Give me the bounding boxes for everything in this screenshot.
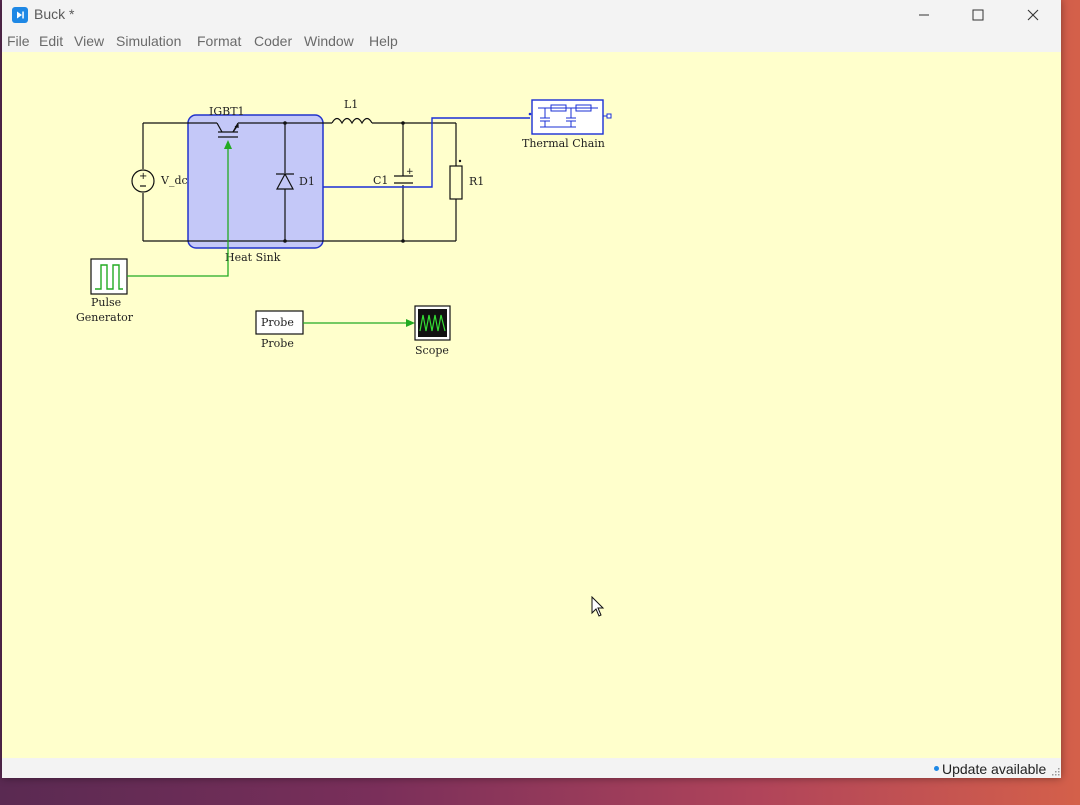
menu-edit[interactable]: Edit [39, 33, 63, 49]
thermal-wire[interactable] [323, 117, 530, 188]
inductor-label: L1 [344, 98, 358, 111]
dc-voltage-source[interactable]: + [131, 169, 155, 193]
schematic-canvas[interactable]: + V_dc IGBT1 D1 L1 + C1 R1 Heat Sink The… [2, 52, 1061, 758]
resistor[interactable] [449, 165, 463, 200]
thermal-chain-label: Thermal Chain [522, 137, 605, 150]
app-logo-icon [12, 7, 28, 23]
menu-window[interactable]: Window [304, 33, 354, 49]
menu-coder[interactable]: Coder [254, 33, 292, 49]
thermal-chain-block[interactable] [528, 99, 612, 135]
diode-label: D1 [299, 175, 315, 188]
capacitor[interactable]: + [394, 167, 414, 184]
pulse-label-line2: Generator [76, 311, 134, 324]
pulse-generator-block[interactable] [90, 258, 128, 295]
menu-format[interactable]: Format [197, 33, 241, 49]
maximize-icon [972, 9, 984, 21]
app-window: Buck * File Edit View Simulation Format … [2, 0, 1061, 778]
scope-block[interactable] [414, 305, 451, 341]
menu-bar: File Edit View Simulation Format Coder W… [2, 30, 1061, 52]
window-title: Buck * [34, 6, 75, 22]
scope-label: Scope [415, 344, 449, 357]
update-available-link[interactable]: Update available [942, 761, 1046, 777]
menu-simulation[interactable]: Simulation [116, 33, 181, 49]
close-button[interactable] [1010, 0, 1056, 30]
minimize-button[interactable] [901, 0, 947, 30]
svg-text:+: + [406, 167, 414, 177]
inductor[interactable] [331, 117, 373, 125]
capacitor-label: C1 [373, 174, 388, 187]
probe-block[interactable]: Probe [255, 310, 304, 335]
resize-grip-icon[interactable] [1052, 768, 1060, 776]
igbt-label: IGBT1 [209, 105, 245, 118]
menu-file[interactable]: File [7, 33, 30, 49]
menu-help[interactable]: Help [369, 33, 398, 49]
menu-view[interactable]: View [74, 33, 104, 49]
close-icon [1027, 9, 1039, 21]
probe-label: Probe [261, 337, 294, 350]
resistor-label: R1 [469, 175, 484, 188]
minimize-icon [919, 14, 929, 16]
mouse-cursor-icon [591, 596, 605, 617]
update-dot-icon [934, 766, 939, 771]
vsource-label: V_dc [160, 174, 188, 187]
svg-text:+: + [139, 171, 147, 182]
pulse-label-line1: Pulse [91, 296, 121, 309]
probe-scope-wire[interactable] [303, 319, 415, 327]
probe-block-text: Probe [261, 316, 294, 329]
heatsink-label: Heat Sink [225, 251, 281, 264]
title-bar[interactable]: Buck * [2, 0, 1061, 30]
maximize-button[interactable] [955, 0, 1001, 30]
status-bar: Update available [2, 758, 1061, 778]
